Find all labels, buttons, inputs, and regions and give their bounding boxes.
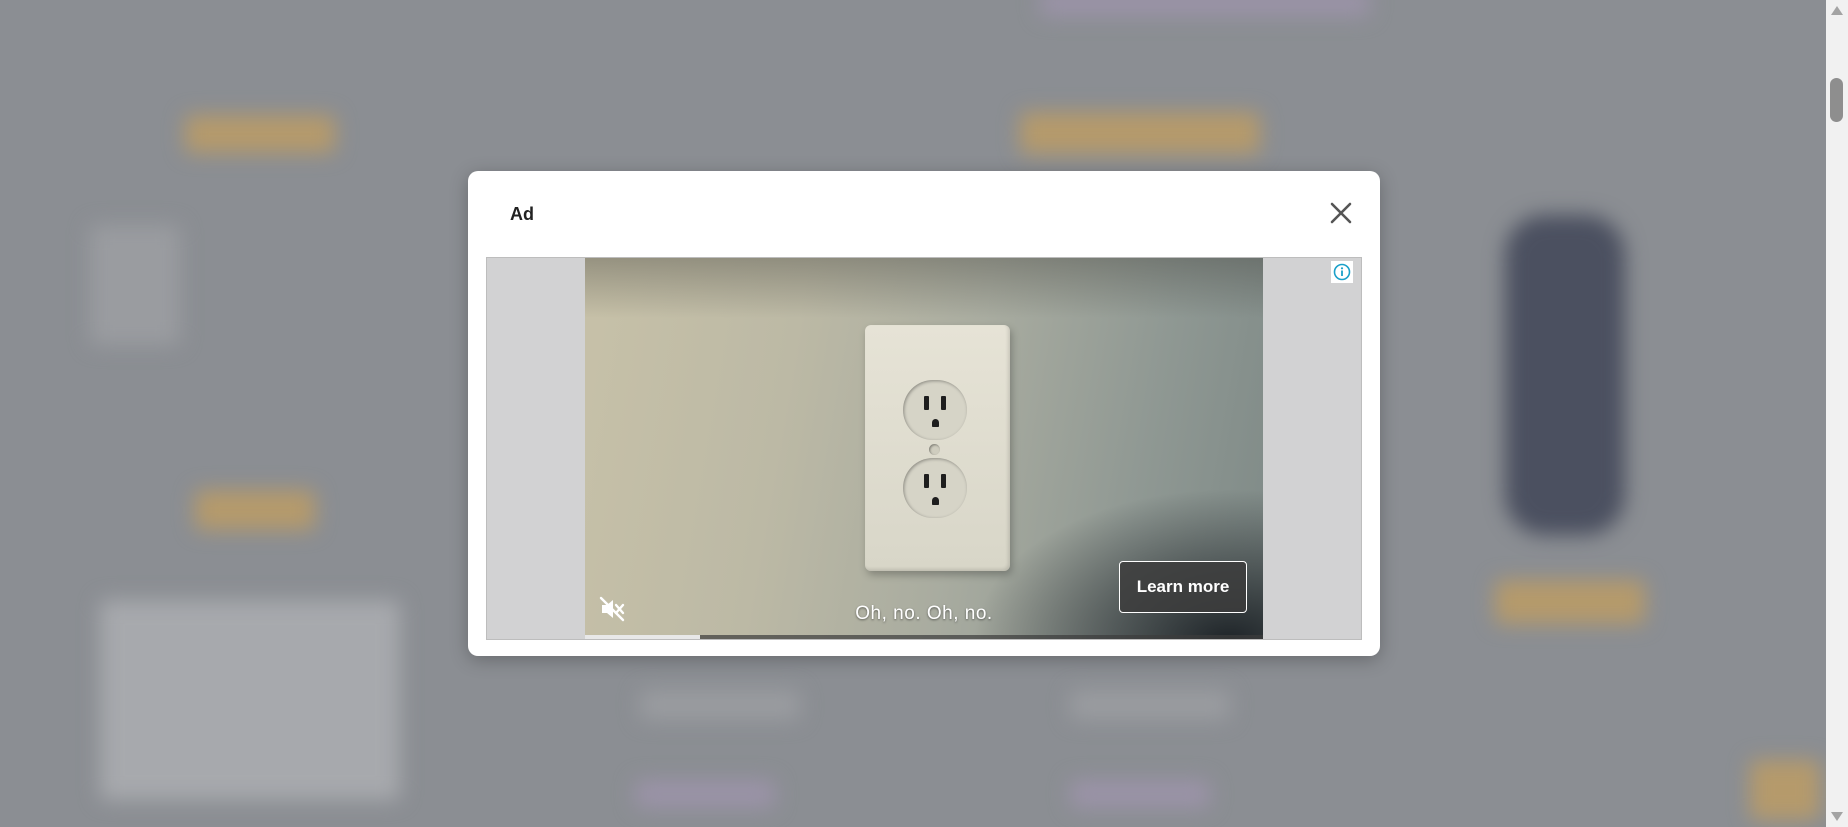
close-icon[interactable] bbox=[1326, 198, 1356, 228]
background-blur-block bbox=[100, 600, 400, 800]
scroll-up-arrow-icon[interactable] bbox=[1831, 6, 1843, 15]
learn-more-button[interactable]: Learn more bbox=[1119, 561, 1247, 613]
background-blur-block bbox=[640, 690, 800, 720]
background-blur-block bbox=[1020, 112, 1260, 154]
page-scrollbar[interactable] bbox=[1826, 0, 1848, 827]
ad-video[interactable]: Oh, no. Oh, no. Learn more bbox=[585, 258, 1263, 639]
background-blur-block bbox=[1505, 215, 1625, 535]
scroll-thumb[interactable] bbox=[1830, 78, 1843, 122]
background-blur-block bbox=[1070, 690, 1230, 720]
background-blur-block bbox=[90, 225, 180, 345]
scroll-down-arrow-icon[interactable] bbox=[1831, 812, 1843, 821]
background-blur-block bbox=[1495, 580, 1645, 624]
background-blur-block bbox=[1070, 780, 1210, 808]
video-progress-bar[interactable] bbox=[585, 635, 1263, 639]
background-blur-block bbox=[185, 115, 335, 153]
modal-title: Ad bbox=[510, 204, 534, 224]
ad-frame: Oh, no. Oh, no. Learn more bbox=[486, 257, 1362, 640]
background-blur-block bbox=[1040, 0, 1370, 16]
background-blur-block bbox=[635, 780, 775, 808]
video-progress-fill bbox=[585, 635, 701, 639]
info-icon[interactable] bbox=[1331, 261, 1353, 283]
ad-modal: Ad Oh, no. Oh, no. Learn more bbox=[468, 171, 1380, 656]
background-blur-block bbox=[195, 490, 315, 530]
background-blur-block bbox=[1750, 760, 1820, 820]
